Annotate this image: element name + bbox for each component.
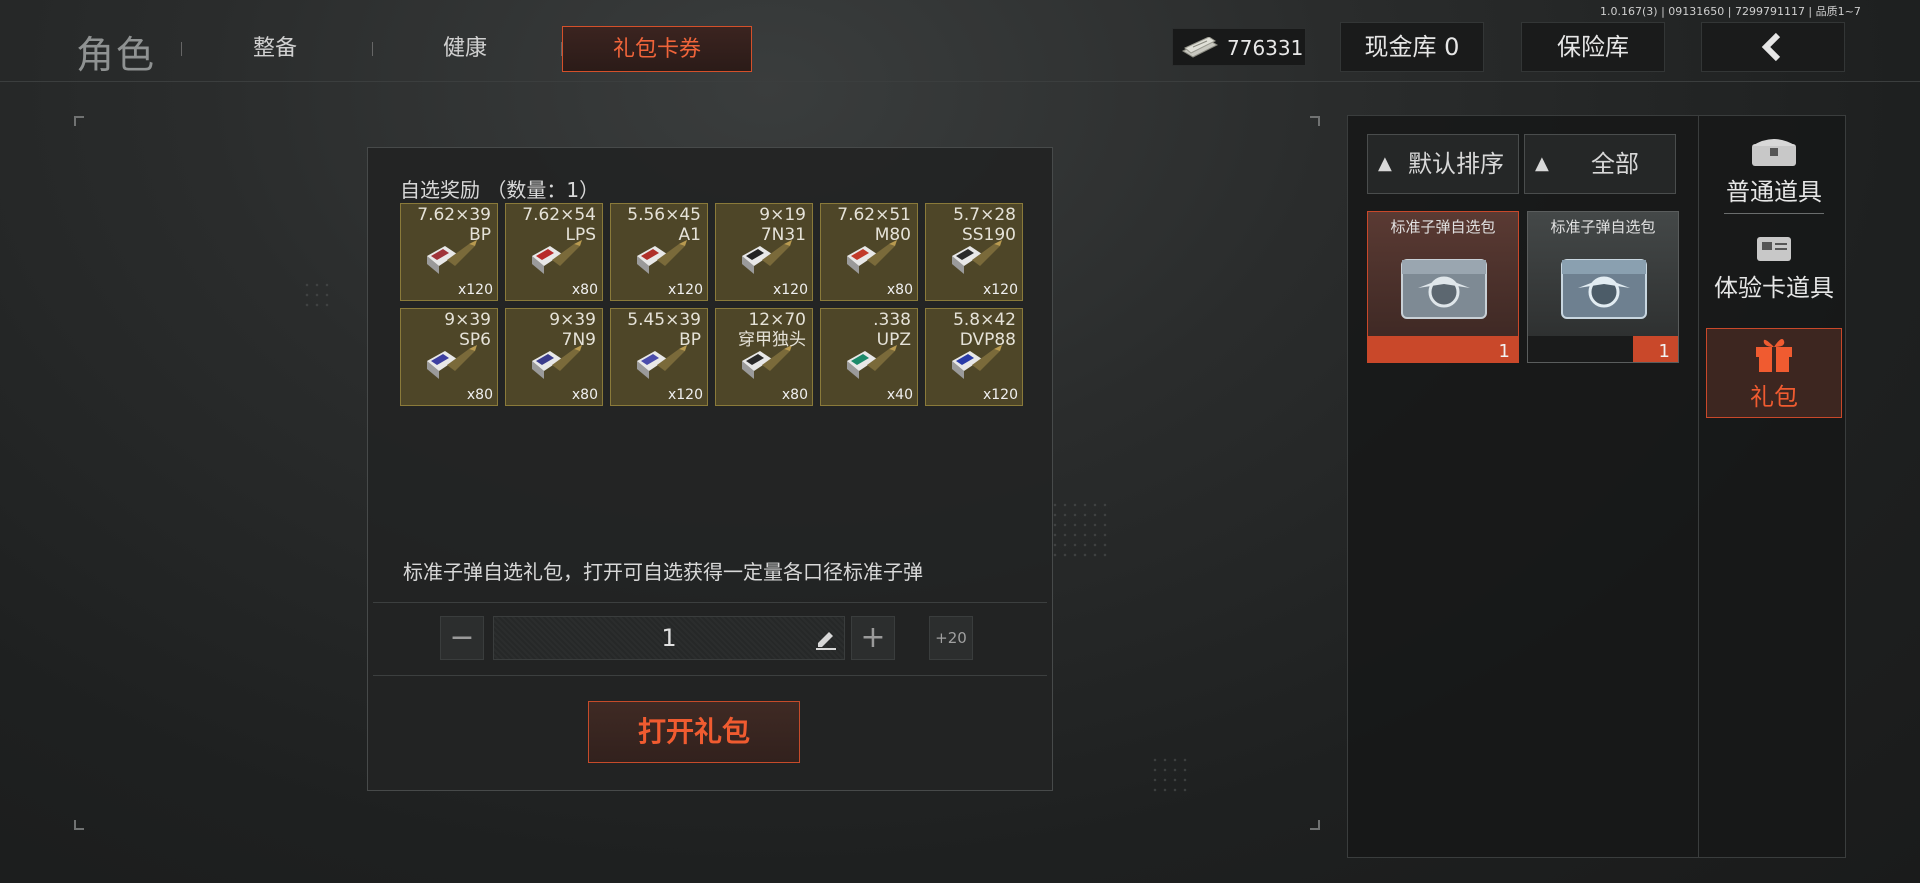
frame-corner <box>1310 116 1320 126</box>
ammo-crate-icon <box>1561 259 1647 319</box>
reward-quantity: x120 <box>982 387 1018 403</box>
reward-slot[interactable]: 9×39 7N9 x80 <box>505 308 603 406</box>
reward-quantity: x80 <box>886 282 913 298</box>
caliber-label: .338 UPZ <box>873 310 911 350</box>
reward-quantity: x120 <box>667 387 703 403</box>
frame-corner <box>74 116 84 126</box>
reward-quantity: x80 <box>781 387 808 403</box>
reward-slot[interactable]: .338 UPZ x40 <box>820 308 918 406</box>
gift-detail-panel: 自选奖励 （数量：1） 7.62×39 BP x120 7.62×54 LPS x80… <box>367 147 1053 791</box>
chevron-up-icon: ▲ <box>1378 153 1392 174</box>
tab-separator <box>181 42 182 56</box>
increase-button[interactable]: + <box>851 616 895 660</box>
item-name: 标准子弹自选包 <box>1550 218 1656 236</box>
gift-description: 标准子弹自选礼包，打开可自选获得一定量各口径标准子弹 <box>403 560 923 584</box>
money-display: 776331 <box>1172 28 1306 66</box>
reward-slot[interactable]: 12×70 穿甲独头 x80 <box>715 308 813 406</box>
reward-slot[interactable]: 5.7×28 SS190 x120 <box>925 203 1023 301</box>
inventory-item[interactable]: 标准子弹自选包 1 <box>1527 211 1679 363</box>
plus-20-button[interactable]: +20 <box>929 616 973 660</box>
filter-label: 全部 <box>1591 150 1639 178</box>
caliber-label: 7.62×51 M80 <box>837 205 911 245</box>
decor-dots <box>1150 755 1190 795</box>
caliber-label: 5.56×45 A1 <box>627 205 701 245</box>
decor-dots <box>1050 500 1110 560</box>
category-separator <box>1698 115 1699 858</box>
back-button[interactable] <box>1701 22 1845 72</box>
category-normal-items[interactable]: 普通道具 <box>1706 134 1842 224</box>
reward-quantity: x40 <box>886 387 913 403</box>
caliber-label: 7.62×54 LPS <box>522 205 596 245</box>
divider <box>373 675 1047 676</box>
reward-quantity: x120 <box>667 282 703 298</box>
caliber-label: 7.62×39 BP <box>417 205 491 245</box>
item-name: 标准子弹自选包 <box>1390 218 1496 236</box>
reward-slot[interactable]: 5.8×42 DVP88 x120 <box>925 308 1023 406</box>
tab-gift-coupons[interactable]: 礼包卡券 <box>562 26 752 72</box>
sort-label: 默认排序 <box>1408 150 1504 178</box>
item-footer <box>1528 336 1678 362</box>
inventory-item[interactable]: 标准子弹自选包 1 <box>1367 211 1519 363</box>
reward-quantity: x80 <box>571 282 598 298</box>
caliber-label: 5.45×39 BP <box>627 310 701 350</box>
reward-quantity: x120 <box>982 282 1018 298</box>
caliber-label: 9×19 7N31 <box>759 205 806 245</box>
chest-icon <box>1752 139 1796 166</box>
decor-dots <box>302 280 332 310</box>
category-label: 体验卡道具 <box>1714 274 1834 302</box>
caliber-label: 12×70 穿甲独头 <box>738 310 806 350</box>
reward-grid: 7.62×39 BP x120 7.62×54 LPS x80 5.56×45 A1 x1… <box>400 203 1023 406</box>
category-trial-cards[interactable]: 体验卡道具 <box>1706 234 1842 324</box>
cash-icon <box>1181 37 1219 58</box>
item-count: 1 <box>1498 341 1510 362</box>
category-label: 普通道具 <box>1726 178 1822 206</box>
category-label: 礼包 <box>1750 383 1798 411</box>
safe-box-button[interactable]: 保险库 <box>1521 22 1665 72</box>
filter-dropdown[interactable]: ▲ 全部 <box>1524 134 1676 194</box>
chevron-up-icon: ▲ <box>1535 153 1549 174</box>
tab-separator <box>372 42 373 56</box>
money-amount: 776331 <box>1227 36 1304 60</box>
item-footer <box>1368 336 1518 362</box>
top-bar: 角色 整备 健康 礼包卡券 776331 现金库 0 保险库 <box>0 0 1920 82</box>
ammo-crate-icon <box>1401 259 1487 319</box>
reward-slot[interactable]: 9×39 SP6 x80 <box>400 308 498 406</box>
reward-slot[interactable]: 7.62×51 M80 x80 <box>820 203 918 301</box>
card-icon <box>1757 237 1791 261</box>
sort-dropdown[interactable]: ▲ 默认排序 <box>1367 134 1519 194</box>
chevron-left-icon <box>1761 32 1781 62</box>
tab-equipment[interactable]: 整备 <box>210 26 340 72</box>
divider <box>373 602 1047 603</box>
decrease-button[interactable]: − <box>440 616 484 660</box>
reward-slot[interactable]: 5.56×45 A1 x120 <box>610 203 708 301</box>
edit-icon <box>816 632 836 650</box>
reward-quantity: x80 <box>466 387 493 403</box>
reward-quantity: x120 <box>772 282 808 298</box>
reward-quantity: x80 <box>571 387 598 403</box>
caliber-label: 9×39 SP6 <box>444 310 491 350</box>
quantity-value: 1 <box>661 624 677 652</box>
category-gifts[interactable]: 礼包 <box>1706 328 1842 418</box>
page-title: 角色 <box>76 33 157 77</box>
gift-icon <box>1756 339 1792 372</box>
reward-slot[interactable]: 7.62×39 BP x120 <box>400 203 498 301</box>
cash-vault-button[interactable]: 现金库 0 <box>1340 22 1484 72</box>
frame-corner <box>1310 820 1320 830</box>
caliber-label: 9×39 7N9 <box>549 310 596 350</box>
reward-slot[interactable]: 9×19 7N31 x120 <box>715 203 813 301</box>
item-count: 1 <box>1658 341 1670 362</box>
quantity-input[interactable]: 1 <box>493 616 845 660</box>
divider <box>1724 213 1824 214</box>
caliber-label: 5.7×28 SS190 <box>953 205 1016 245</box>
frame-corner <box>74 820 84 830</box>
tab-health[interactable]: 健康 <box>400 26 530 72</box>
reward-title: 自选奖励 （数量：1） <box>400 178 600 202</box>
open-gift-button[interactable]: 打开礼包 <box>588 701 800 763</box>
reward-slot[interactable]: 7.62×54 LPS x80 <box>505 203 603 301</box>
reward-slot[interactable]: 5.45×39 BP x120 <box>610 308 708 406</box>
caliber-label: 5.8×42 DVP88 <box>953 310 1016 350</box>
reward-quantity: x120 <box>457 282 493 298</box>
